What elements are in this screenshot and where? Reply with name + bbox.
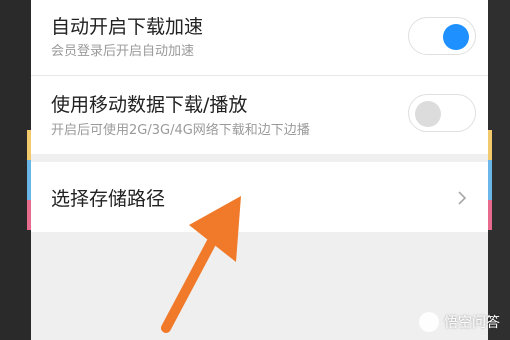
wukong-logo-icon — [419, 312, 439, 332]
left-bezel — [0, 0, 31, 340]
watermark-text: 悟空问答 — [444, 315, 500, 331]
right-bezel — [488, 0, 510, 340]
settings-screen: 自动开启下载加速 会员登录后开启自动加速 使用移动数据下载/播放 开启后可使用2… — [31, 0, 488, 340]
orange-arrow-annotation — [161, 196, 241, 333]
watermark: 悟空问答 — [419, 312, 500, 332]
edge-strip-blue-right — [488, 160, 492, 200]
edge-strip-pink-right — [488, 200, 492, 230]
edge-strip-yellow-right — [488, 130, 492, 160]
